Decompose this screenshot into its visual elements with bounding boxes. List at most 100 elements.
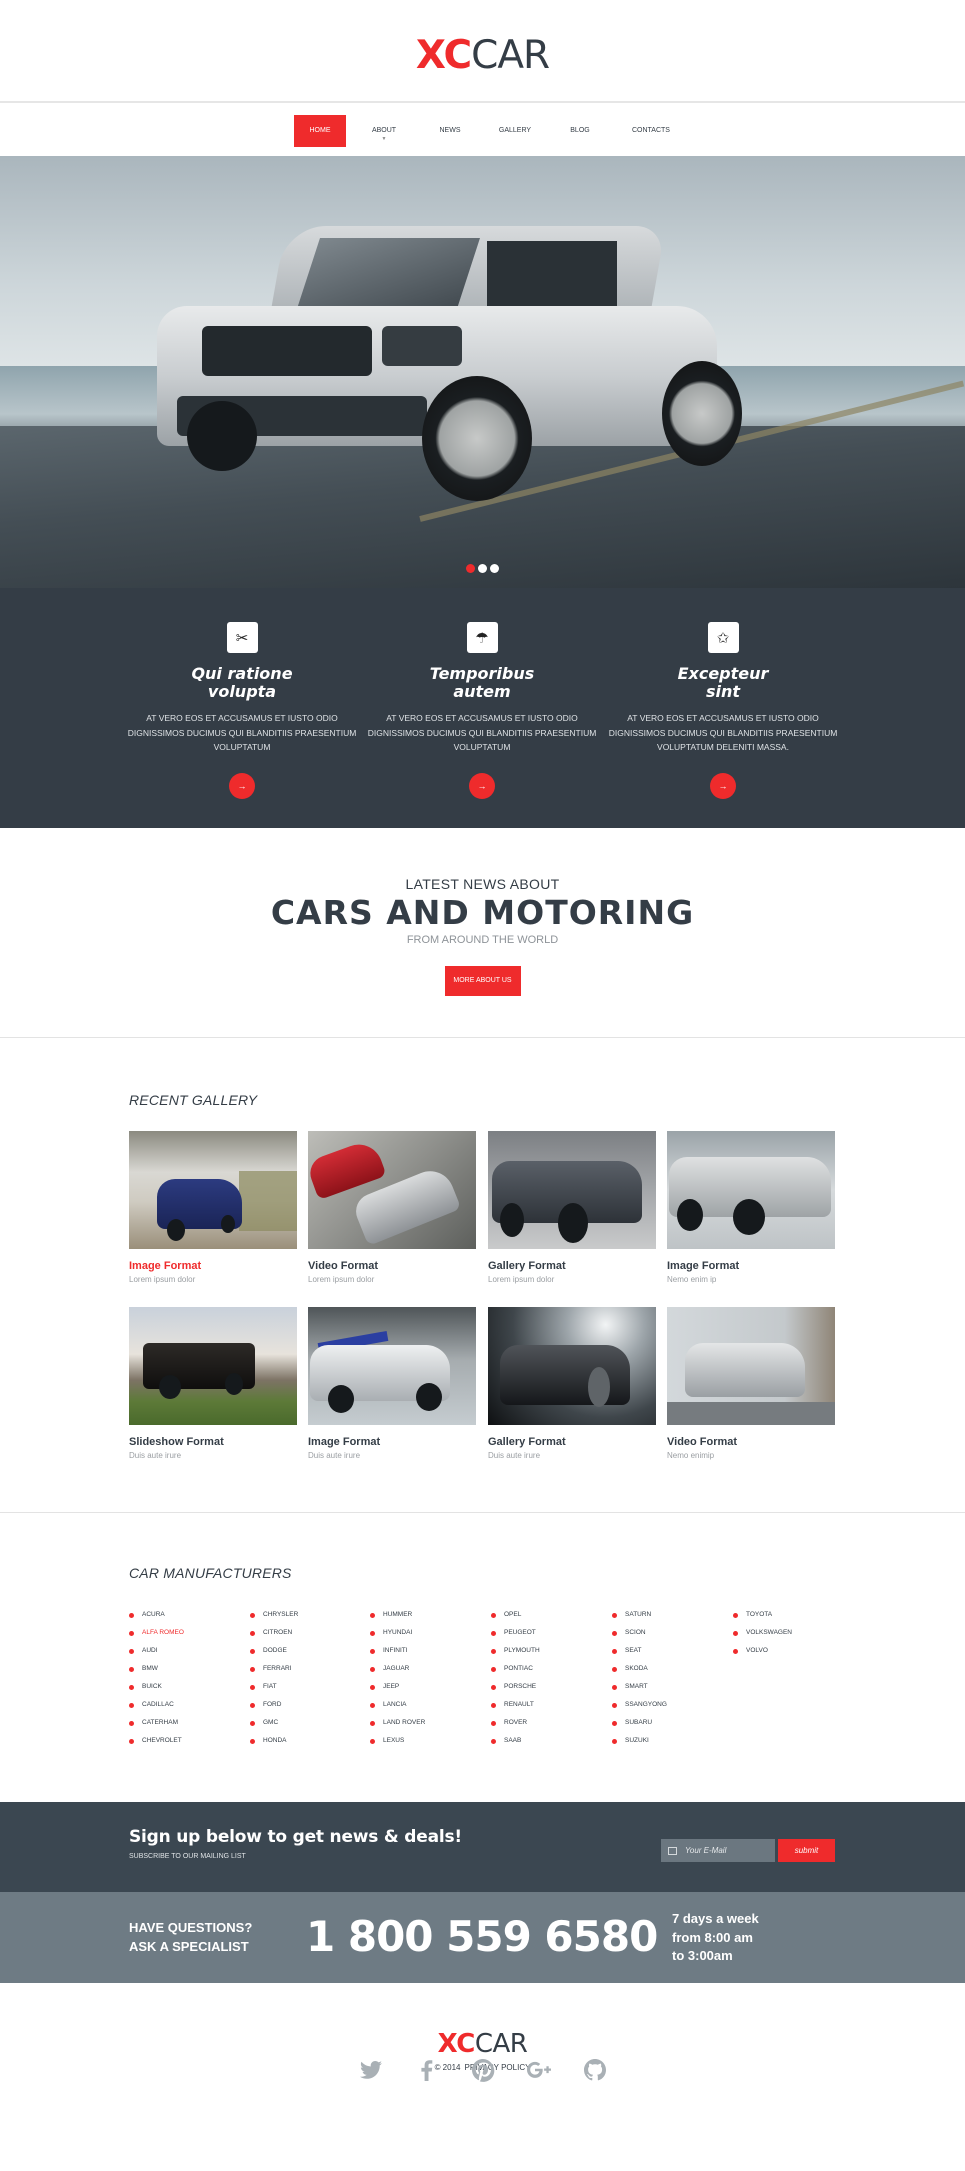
nav-item-gallery[interactable]: GALLERY — [478, 115, 552, 147]
manufacturer-column: HUMMER HYUNDAI INFINITI JAGUAR JEEP LANCIA LAN… — [370, 1606, 490, 1750]
manufacturer-link[interactable]: LANCIA — [370, 1696, 490, 1714]
manufacturer-link[interactable]: SAAB — [491, 1732, 611, 1750]
gallery-thumbnail[interactable] — [129, 1131, 297, 1249]
google-plus-icon[interactable] — [526, 2057, 552, 2083]
gallery-thumbnail[interactable] — [667, 1307, 835, 1425]
star-icon: ✩ — [707, 622, 739, 653]
github-icon[interactable] — [582, 2057, 608, 2083]
slider-dot-3[interactable] — [490, 564, 499, 573]
newsletter-heading: Sign up below to get news & deals! — [129, 1827, 462, 1847]
tools-icon: ✂ — [226, 622, 258, 653]
nav-item-news[interactable]: NEWS — [422, 115, 478, 147]
gallery-thumbnail[interactable] — [488, 1307, 656, 1425]
feature-arrow-button[interactable]: → — [229, 772, 255, 799]
logo-part-car: CAR — [474, 2029, 528, 2059]
site-logo[interactable]: XCCAR — [0, 36, 965, 76]
gallery-item-title[interactable]: Video Format — [308, 1260, 476, 1272]
manufacturer-column: SATURN SCION SEAT SKODA SMART SSANGYONG SUBARU… — [612, 1606, 732, 1750]
manufacturer-link[interactable]: FERRARI — [250, 1660, 370, 1678]
phone-number[interactable]: 1 800 559 6580 — [306, 1912, 658, 1962]
manufacturer-link[interactable]: HUMMER — [370, 1606, 490, 1624]
manufacturer-link[interactable]: BMW — [129, 1660, 249, 1678]
email-input[interactable] — [685, 1846, 765, 1855]
gallery-item-title[interactable]: Video Format — [667, 1436, 835, 1448]
manufacturer-link[interactable]: ALFA ROMEO — [129, 1624, 249, 1642]
gallery-item-title[interactable]: Image Format — [129, 1260, 297, 1272]
manufacturer-link[interactable]: AUDI — [129, 1642, 249, 1660]
manufacturer-link[interactable]: CHEVROLET — [129, 1732, 249, 1750]
gallery-item-title[interactable]: Gallery Format — [488, 1260, 656, 1272]
manufacturer-link[interactable]: PONTIAC — [491, 1660, 611, 1678]
gallery-item-desc: Duis aute irure — [129, 1451, 182, 1460]
gallery-item-title[interactable]: Image Format — [308, 1436, 476, 1448]
gallery-thumbnail[interactable] — [488, 1131, 656, 1249]
feature-arrow-button[interactable]: → — [469, 772, 495, 799]
manufacturer-link[interactable]: INFINITI — [370, 1642, 490, 1660]
gallery-item-title[interactable]: Slideshow Format — [129, 1436, 297, 1448]
manufacturer-column: TOYOTA VOLKSWAGEN VOLVO — [733, 1606, 853, 1660]
slider-dot-1[interactable] — [466, 564, 475, 573]
gallery-thumbnail[interactable] — [308, 1131, 476, 1249]
manufacturer-link[interactable]: ACURA — [129, 1606, 249, 1624]
submit-button[interactable]: submit — [778, 1839, 835, 1862]
arrow-right-icon: → — [477, 780, 487, 791]
manufacturer-link[interactable]: HYUNDAI — [370, 1624, 490, 1642]
manufacturer-link[interactable]: PLYMOUTH — [491, 1642, 611, 1660]
nav-item-blog[interactable]: BLOG — [552, 115, 608, 147]
twitter-icon[interactable] — [358, 2057, 384, 2083]
manufacturer-link[interactable]: TOYOTA — [733, 1606, 853, 1624]
manufacturer-link[interactable]: LAND ROVER — [370, 1714, 490, 1732]
newsletter-subheading: SUBSCRIBE TO OUR MAILING LIST — [129, 1853, 246, 1860]
manufacturer-link[interactable]: SUBARU — [612, 1714, 732, 1732]
feature-arrow-button[interactable]: → — [710, 772, 736, 799]
hero-slider[interactable] — [0, 156, 965, 588]
gallery-item-title[interactable]: Image Format — [667, 1260, 835, 1272]
manufacturer-link[interactable]: CATERHAM — [129, 1714, 249, 1732]
manufacturer-link[interactable]: SUZUKI — [612, 1732, 732, 1750]
more-about-us-button[interactable]: MORE ABOUT US — [444, 966, 521, 996]
nav-item-home[interactable]: HOME — [294, 115, 346, 147]
manufacturer-link[interactable]: FORD — [250, 1696, 370, 1714]
manufacturer-link[interactable]: SKODA — [612, 1660, 732, 1678]
manufacturer-link[interactable]: SEAT — [612, 1642, 732, 1660]
slider-dot-2[interactable] — [478, 564, 487, 573]
manufacturer-link[interactable]: FIAT — [250, 1678, 370, 1696]
manufacturer-link[interactable]: LEXUS — [370, 1732, 490, 1750]
manufacturer-link[interactable]: DODGE — [250, 1642, 370, 1660]
contact-banner: HAVE QUESTIONS? ASK A SPECIALIST 1 800 55… — [0, 1892, 965, 1983]
manufacturer-link[interactable]: RENAULT — [491, 1696, 611, 1714]
manufacturer-link[interactable]: CITROEN — [250, 1624, 370, 1642]
news-intro-section: LATEST NEWS ABOUT CARS AND MOTORING FROM… — [0, 828, 965, 1038]
gallery-thumbnail[interactable] — [308, 1307, 476, 1425]
site-footer: XCCAR © 2014 PRIVACY POLICY — [0, 1983, 965, 2171]
pinterest-icon[interactable] — [470, 2057, 496, 2083]
facebook-icon[interactable] — [414, 2057, 440, 2083]
gallery-item-title[interactable]: Gallery Format — [488, 1436, 656, 1448]
gallery-item: Image Format Lorem ipsum dolor — [129, 1131, 297, 1284]
manufacturer-link[interactable]: SSANGYONG — [612, 1696, 732, 1714]
manufacturer-link[interactable]: JAGUAR — [370, 1660, 490, 1678]
nav-item-about[interactable]: ABOUT ▼ — [346, 115, 422, 147]
gallery-thumbnail[interactable] — [667, 1131, 835, 1249]
manufacturer-link[interactable]: GMC — [250, 1714, 370, 1732]
gallery-thumbnail[interactable] — [129, 1307, 297, 1425]
manufacturer-link[interactable]: SATURN — [612, 1606, 732, 1624]
manufacturer-link[interactable]: CADILLAC — [129, 1696, 249, 1714]
manufacturer-link[interactable]: VOLKSWAGEN — [733, 1624, 853, 1642]
manufacturer-link[interactable]: OPEL — [491, 1606, 611, 1624]
manufacturer-link[interactable]: CHRYSLER — [250, 1606, 370, 1624]
manufacturer-link[interactable]: HONDA — [250, 1732, 370, 1750]
feature-text: AT VERO EOS ET ACCUSAMUS ET IUSTO ODIO D… — [608, 713, 838, 752]
manufacturer-link[interactable]: ROVER — [491, 1714, 611, 1732]
manufacturer-link[interactable]: PEUGEOT — [491, 1624, 611, 1642]
manufacturer-link[interactable]: SMART — [612, 1678, 732, 1696]
logo-part-xc: XC — [415, 33, 472, 78]
manufacturer-link[interactable]: VOLVO — [733, 1642, 853, 1660]
manufacturer-link[interactable]: PORSCHE — [491, 1678, 611, 1696]
manufacturer-link[interactable]: JEEP — [370, 1678, 490, 1696]
footer-logo[interactable]: XCCAR — [0, 2029, 965, 2059]
email-field[interactable] — [661, 1839, 775, 1862]
nav-item-contacts[interactable]: CONTACTS — [608, 115, 694, 147]
manufacturer-link[interactable]: SCION — [612, 1624, 732, 1642]
manufacturer-link[interactable]: BUICK — [129, 1678, 249, 1696]
